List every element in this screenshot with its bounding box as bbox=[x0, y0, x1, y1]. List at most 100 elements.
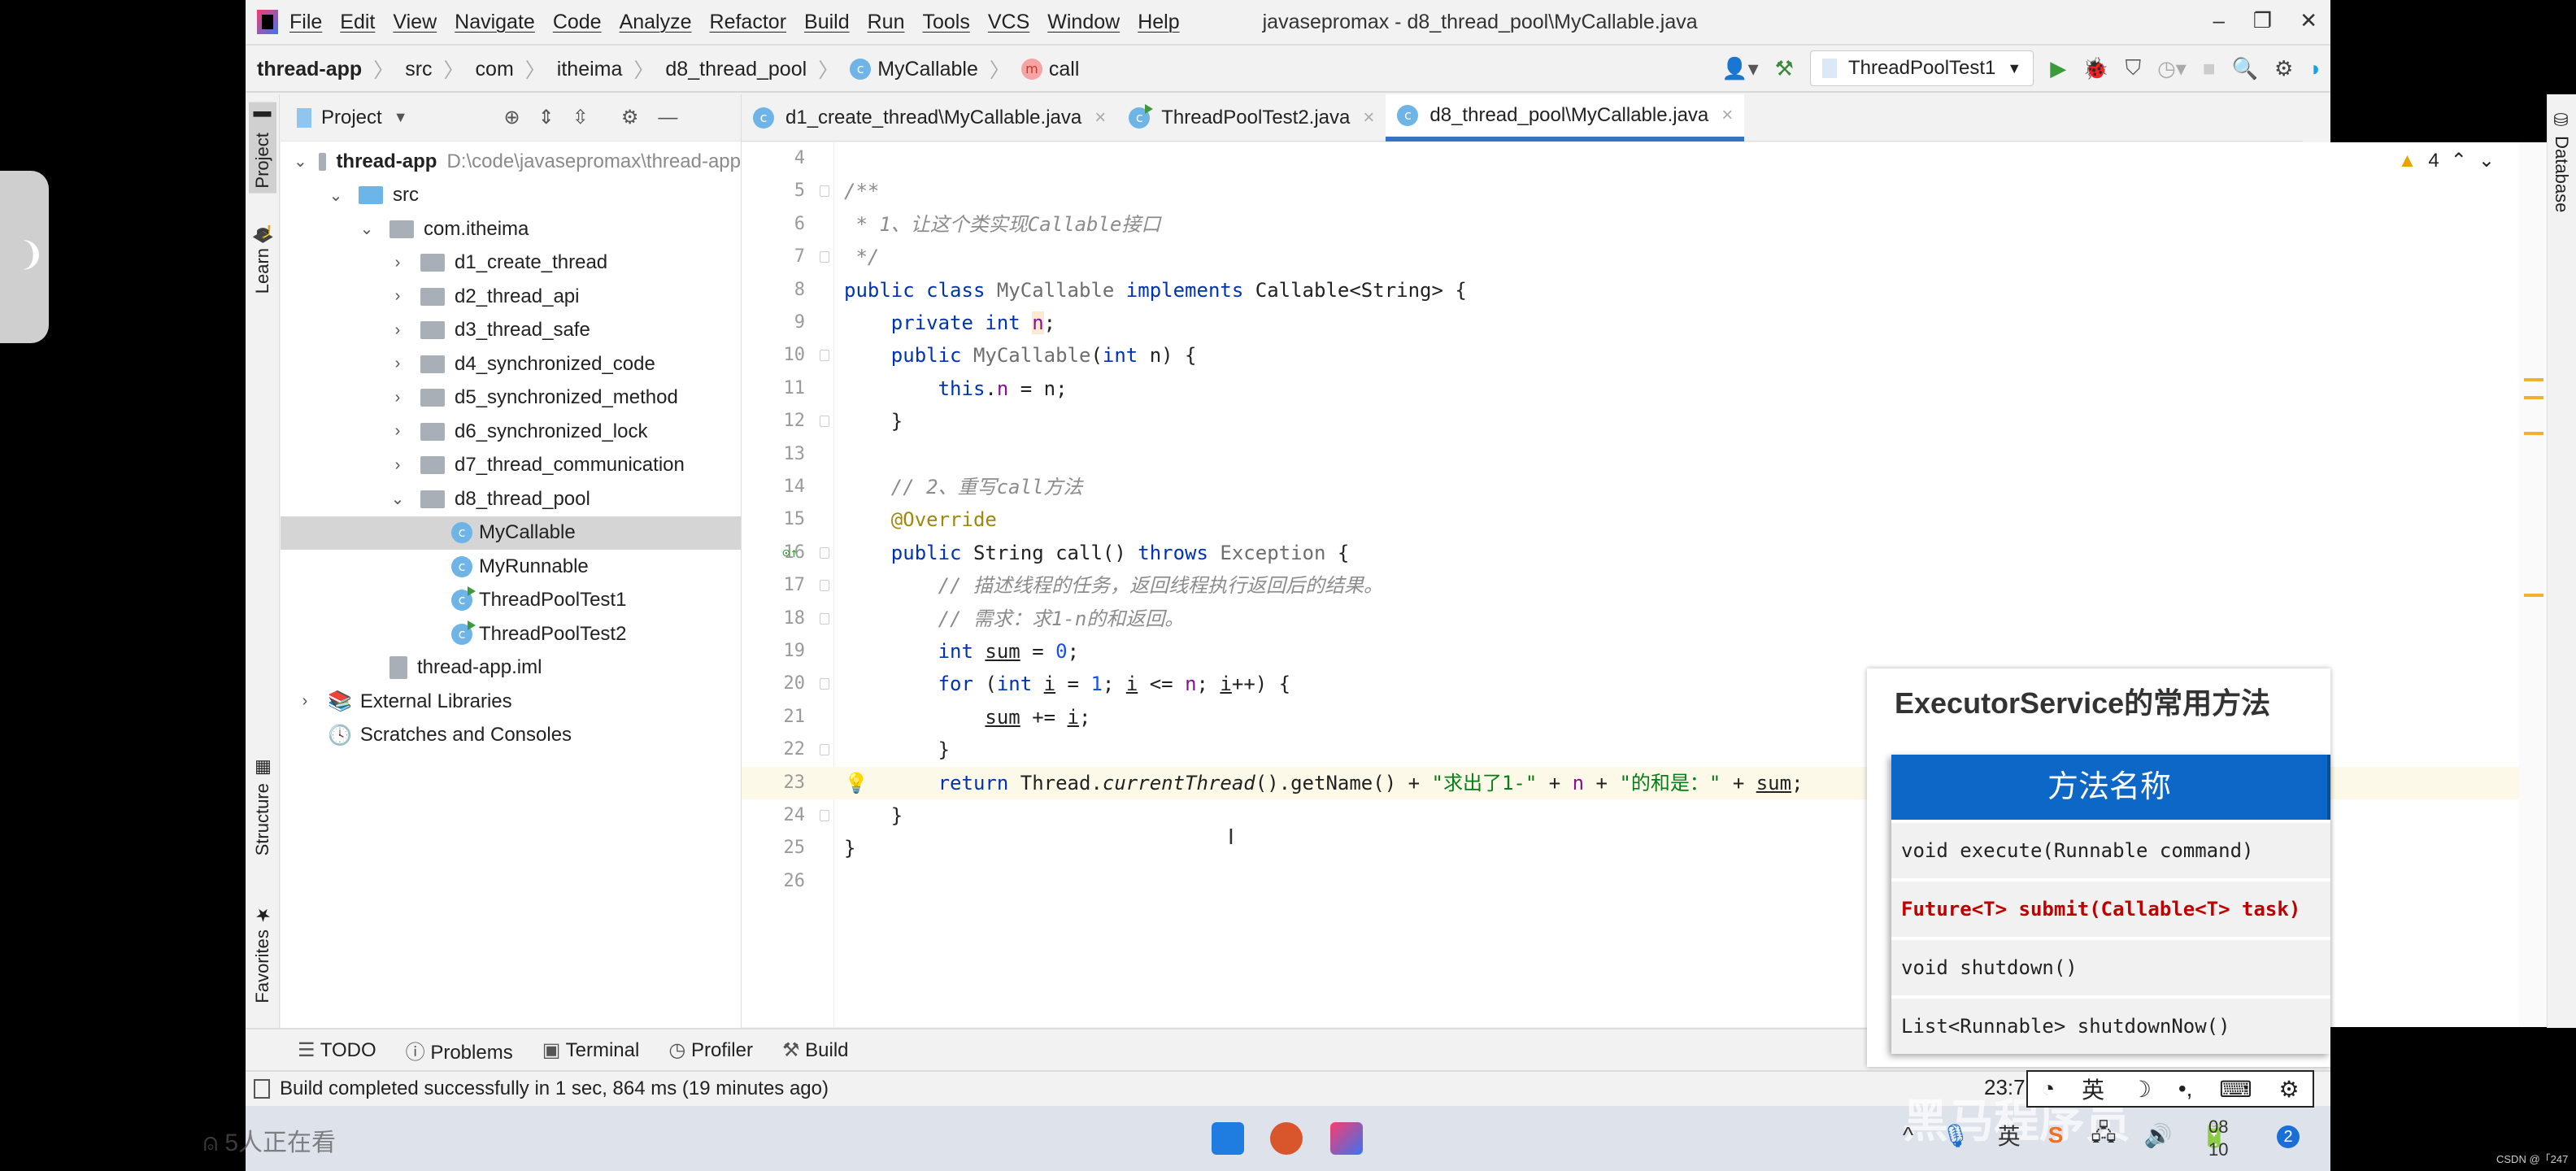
code-line[interactable]: 16 ⊙↑ public String call() throws Excepti… bbox=[742, 537, 2519, 569]
close-button[interactable]: ✕ bbox=[2300, 8, 2317, 33]
ime-keyboard-icon[interactable]: ⌨ bbox=[2219, 1076, 2252, 1103]
menu-edit[interactable]: Edit bbox=[340, 11, 375, 34]
tree-item[interactable]: ⌄ d8_thread_pool bbox=[281, 482, 741, 516]
tool-tab-project[interactable]: Project ▬ bbox=[249, 102, 276, 194]
menu-code[interactable]: Code bbox=[553, 11, 602, 34]
close-tab-icon[interactable]: × bbox=[1363, 107, 1374, 129]
build-hammer-icon[interactable]: ⚒ bbox=[1775, 56, 1794, 81]
chevron-down-icon[interactable]: ⌄ bbox=[355, 219, 378, 239]
chevron-right-icon[interactable]: › bbox=[386, 321, 409, 340]
profiler-icon[interactable]: ◷▾ bbox=[2157, 56, 2187, 81]
tool-tab-favorites[interactable]: Favorites ★ bbox=[249, 899, 276, 1008]
tray-lang[interactable]: 英 bbox=[1998, 1119, 2021, 1151]
tree-item[interactable]: › d7_thread_communication bbox=[281, 449, 741, 482]
fold-marker-icon[interactable] bbox=[820, 810, 829, 821]
chevron-down-icon[interactable]: ⌄ bbox=[294, 151, 307, 172]
windows-start-icon[interactable] bbox=[1212, 1122, 1244, 1155]
tool-window-todo[interactable]: ☰ TODO bbox=[298, 1038, 376, 1062]
prev-problem-icon[interactable]: ⌃ bbox=[2451, 149, 2467, 172]
inspection-widget[interactable]: ▲ 4 ⌃ ⌄ bbox=[2398, 149, 2495, 172]
network-icon[interactable]: 🖧 bbox=[2091, 1116, 2116, 1155]
tool-tab-learn[interactable]: Learn 🎓 bbox=[249, 216, 276, 298]
tab-file[interactable]: c d1_create_thread\MyCallable.java × bbox=[742, 94, 1117, 141]
fold-marker-icon[interactable] bbox=[820, 546, 829, 559]
code-line[interactable]: 14 // 2、重写call方法 bbox=[742, 471, 2519, 503]
tool-window-build[interactable]: ⚒ Build bbox=[782, 1038, 849, 1062]
fold-marker-icon[interactable] bbox=[820, 416, 829, 428]
tree-item[interactable]: ⌄ thread-app D:\code\javasepromax\thread-a… bbox=[281, 145, 741, 178]
code-line[interactable]: 15 @Override bbox=[742, 503, 2519, 536]
chevron-right-icon[interactable]: › bbox=[386, 254, 409, 272]
jetbrains-toolbox-icon[interactable]: ◗ bbox=[2309, 56, 2322, 81]
gear-icon[interactable]: ⚙ bbox=[621, 106, 639, 129]
code-line[interactable]: 13 bbox=[742, 438, 2519, 471]
collapse-all-icon[interactable]: ⇳ bbox=[572, 106, 589, 129]
menu-build[interactable]: Build bbox=[804, 11, 850, 34]
expand-all-icon[interactable]: ⇕ bbox=[538, 106, 555, 129]
menu-tools[interactable]: Tools bbox=[922, 11, 969, 34]
next-problem-icon[interactable]: ⌄ bbox=[2478, 149, 2495, 172]
breadcrumb-item[interactable]: src bbox=[405, 58, 432, 81]
tool-window-problems[interactable]: ⓘ Problems bbox=[406, 1036, 513, 1064]
menu-vcs[interactable]: VCS bbox=[988, 11, 1029, 34]
menu-window[interactable]: Window bbox=[1047, 11, 1120, 34]
menu-analyze[interactable]: Analyze bbox=[620, 11, 692, 34]
tree-item[interactable]: c ThreadPoolTest2 bbox=[281, 617, 741, 651]
fold-marker-icon[interactable] bbox=[820, 251, 829, 263]
chevron-up-icon[interactable]: ^ bbox=[1903, 1122, 1913, 1148]
ime-moon-icon[interactable]: ☽ bbox=[2131, 1076, 2152, 1103]
code-line[interactable]: 4 bbox=[742, 142, 2519, 175]
fold-marker-icon[interactable] bbox=[820, 350, 829, 362]
chevron-right-icon[interactable]: › bbox=[386, 389, 409, 407]
tab-file[interactable]: c d8_thread_pool\MyCallable.java × bbox=[1386, 94, 1745, 141]
chevron-down-icon[interactable]: ⌄ bbox=[324, 185, 347, 206]
chevron-down-icon[interactable]: ⌄ bbox=[386, 489, 409, 509]
run-config-select[interactable]: ThreadPoolTest1 ▼ bbox=[1809, 50, 2034, 86]
volume-icon[interactable]: 🔊 bbox=[2144, 1122, 2173, 1149]
tree-item[interactable]: › 📚 External Libraries bbox=[281, 685, 741, 718]
code-line[interactable]: 18 // 需求：求1-n的和返回。 bbox=[742, 603, 2519, 635]
coverage-icon[interactable]: ⛉ bbox=[2126, 55, 2142, 81]
tree-item[interactable]: 🕓 Scratches and Consoles bbox=[281, 719, 741, 752]
menu-navigate[interactable]: Navigate bbox=[455, 11, 535, 34]
tool-window-terminal[interactable]: ▣ Terminal bbox=[542, 1038, 640, 1062]
code-line[interactable]: 10 public MyCallable(int n) { bbox=[742, 339, 2519, 372]
tool-window-profiler[interactable]: ◷ Profiler bbox=[668, 1038, 753, 1062]
close-tab-icon[interactable]: × bbox=[1721, 104, 1733, 127]
breadcrumb-item[interactable]: com bbox=[476, 58, 514, 81]
tree-item[interactable]: › d2_thread_api bbox=[281, 280, 741, 313]
breadcrumb-item[interactable]: thread-app bbox=[257, 58, 362, 81]
code-line[interactable]: 12 } bbox=[742, 405, 2519, 437]
breadcrumb-item[interactable]: m call bbox=[1020, 58, 1079, 81]
vcs-user-icon[interactable]: 👤▾ bbox=[1721, 56, 1758, 81]
run-icon[interactable]: ▶ bbox=[2050, 56, 2066, 81]
tray-date[interactable]: 08 10 bbox=[2208, 1116, 2228, 1161]
project-view-select[interactable]: Project bbox=[321, 107, 382, 129]
tree-item[interactable]: thread-app.iml bbox=[281, 651, 741, 685]
sogou-icon[interactable]: S bbox=[2048, 1122, 2064, 1148]
ime-settings-icon[interactable]: ⚙ bbox=[2278, 1076, 2299, 1103]
tab-file[interactable]: c ThreadPoolTest2.java × bbox=[1117, 94, 1386, 141]
code-line[interactable]: 17 // 描述线程的任务，返回线程执行返回后的结果。 bbox=[742, 569, 2519, 602]
code-line[interactable]: 11 this.n = n; bbox=[742, 372, 2519, 405]
code-line[interactable]: 8 public class MyCallable implements Call… bbox=[742, 274, 2519, 307]
tool-tab-structure[interactable]: Structure ▦ bbox=[249, 753, 276, 860]
ime-logo-icon[interactable]: ◔ bbox=[2041, 1076, 2055, 1102]
tree-item[interactable]: › d4_synchronized_code bbox=[281, 347, 741, 381]
override-gutter-icon[interactable]: ⊙↑ bbox=[782, 537, 798, 569]
menu-refactor[interactable]: Refactor bbox=[710, 11, 786, 34]
code-line[interactable]: 5 /** bbox=[742, 175, 2519, 207]
breadcrumb-item[interactable]: c MyCallable bbox=[850, 58, 978, 81]
tree-item[interactable]: c MyRunnable bbox=[281, 550, 741, 583]
minimize-button[interactable]: – bbox=[2213, 8, 2225, 33]
ime-punct-icon[interactable]: •, bbox=[2178, 1076, 2193, 1102]
breadcrumb-item[interactable]: itheima bbox=[557, 58, 623, 81]
menu-view[interactable]: View bbox=[393, 11, 437, 34]
tool-tab-database[interactable]: ⛁ Database bbox=[2551, 111, 2572, 212]
chevron-right-icon[interactable]: › bbox=[386, 456, 409, 475]
tree-item[interactable]: c MyCallable bbox=[281, 516, 741, 550]
chevron-right-icon[interactable]: › bbox=[294, 692, 316, 711]
code-line[interactable]: 9 private int n; bbox=[742, 307, 2519, 339]
locate-icon[interactable]: ⊕ bbox=[504, 106, 520, 129]
menu-help[interactable]: Help bbox=[1138, 11, 1179, 34]
